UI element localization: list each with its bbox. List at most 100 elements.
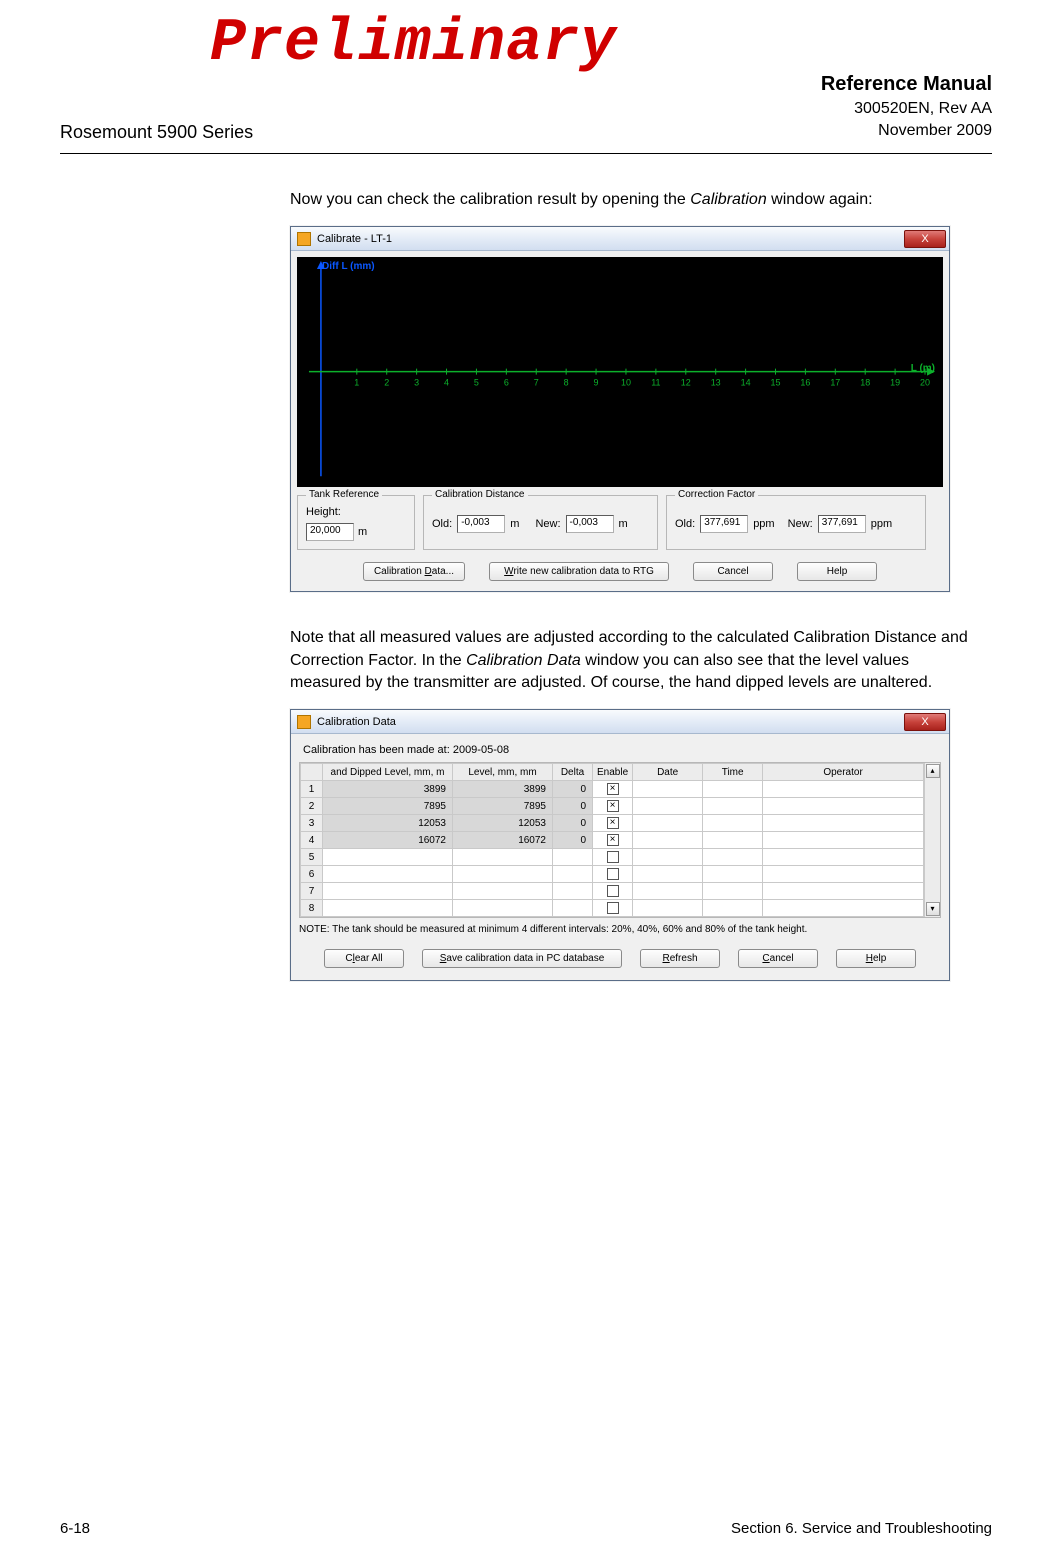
cell-date[interactable] — [633, 866, 703, 883]
table-row[interactable]: 5 — [301, 849, 924, 866]
grid-note: NOTE: The tank should be measured at min… — [299, 924, 941, 935]
group-calibration-distance: Calibration Distance Old: -0,003 m New: … — [423, 495, 658, 550]
cell-operator[interactable] — [763, 900, 924, 917]
cell-enable[interactable] — [593, 866, 633, 883]
cell-date[interactable] — [633, 883, 703, 900]
cancel-button[interactable]: Cancel — [738, 949, 818, 968]
enable-checkbox[interactable]: × — [607, 800, 619, 812]
enable-checkbox[interactable] — [607, 885, 619, 897]
cell-date[interactable] — [633, 832, 703, 849]
clear-all-button[interactable]: Clear All — [324, 949, 404, 968]
help-button[interactable]: Help — [797, 562, 877, 581]
calibrate-titlebar: Calibrate - LT-1 X — [291, 227, 949, 251]
tankref-label: Height: — [306, 506, 341, 518]
cell-level[interactable]: 16072 — [453, 832, 553, 849]
cell-operator[interactable] — [763, 781, 924, 798]
cell-enable[interactable]: × — [593, 832, 633, 849]
cell-enable[interactable] — [593, 883, 633, 900]
cell-time[interactable] — [703, 849, 763, 866]
save-db-button[interactable]: Save calibration data in PC database — [422, 949, 622, 968]
cell-operator[interactable] — [763, 849, 924, 866]
row-number: 7 — [301, 883, 323, 900]
table-row[interactable]: 2789578950× — [301, 798, 924, 815]
cell-level[interactable] — [453, 883, 553, 900]
cell-date[interactable] — [633, 815, 703, 832]
svg-text:15: 15 — [771, 378, 781, 388]
table-row[interactable]: 7 — [301, 883, 924, 900]
table-row[interactable]: 416072160720× — [301, 832, 924, 849]
calibration-data-button[interactable]: Calibration Data... — [363, 562, 465, 581]
enable-checkbox[interactable]: × — [607, 834, 619, 846]
cell-dipped[interactable]: 3899 — [323, 781, 453, 798]
col-level: Level, mm, mm — [453, 764, 553, 781]
enable-checkbox[interactable] — [607, 868, 619, 880]
col-dipped: and Dipped Level, mm, m — [323, 764, 453, 781]
row-number: 1 — [301, 781, 323, 798]
calinput-grid[interactable]: and Dipped Level, mm, m Level, mm, mm De… — [300, 763, 924, 917]
cell-operator[interactable] — [763, 866, 924, 883]
cell-dipped[interactable]: 7895 — [323, 798, 453, 815]
para1-em: Calibration — [690, 191, 766, 208]
cell-time[interactable] — [703, 815, 763, 832]
enable-checkbox[interactable] — [607, 902, 619, 914]
cell-operator[interactable] — [763, 883, 924, 900]
cell-enable[interactable] — [593, 900, 633, 917]
cell-level[interactable] — [453, 866, 553, 883]
help-button[interactable]: Help — [836, 949, 916, 968]
table-row[interactable]: 8 — [301, 900, 924, 917]
cell-date[interactable] — [633, 781, 703, 798]
close-button[interactable]: X — [904, 230, 946, 248]
svg-text:19: 19 — [890, 378, 900, 388]
para1-a: Now you can check the calibration result… — [290, 191, 690, 208]
scroll-down-button[interactable]: ▾ — [926, 902, 940, 916]
refresh-button[interactable]: Refresh — [640, 949, 720, 968]
cell-time[interactable] — [703, 883, 763, 900]
cell-dipped[interactable] — [323, 900, 453, 917]
cell-level[interactable]: 3899 — [453, 781, 553, 798]
page-footer: 6-18 Section 6. Service and Troubleshoot… — [60, 1520, 992, 1537]
group-tank-reference: Tank Reference Height: 20,000 m — [297, 495, 415, 550]
cell-enable[interactable]: × — [593, 781, 633, 798]
cell-operator[interactable] — [763, 815, 924, 832]
cell-dipped[interactable]: 12053 — [323, 815, 453, 832]
cell-time[interactable] — [703, 781, 763, 798]
cell-level[interactable]: 12053 — [453, 815, 553, 832]
corr-new-lbl: New: — [788, 518, 813, 530]
grid-scrollbar[interactable]: ▴ ▾ — [924, 763, 940, 917]
table-row[interactable]: 312053120530× — [301, 815, 924, 832]
svg-text:10: 10 — [621, 378, 631, 388]
cell-enable[interactable]: × — [593, 815, 633, 832]
table-row[interactable]: 1389938990× — [301, 781, 924, 798]
enable-checkbox[interactable]: × — [607, 783, 619, 795]
cell-date[interactable] — [633, 849, 703, 866]
cell-level[interactable]: 7895 — [453, 798, 553, 815]
cell-enable[interactable] — [593, 849, 633, 866]
cell-dipped[interactable] — [323, 849, 453, 866]
cell-operator[interactable] — [763, 832, 924, 849]
cell-operator[interactable] — [763, 798, 924, 815]
page-number: 6-18 — [60, 1520, 90, 1537]
write-rtg-button[interactable]: Write new calibration data to RTG — [489, 562, 669, 581]
cancel-button[interactable]: Cancel — [693, 562, 773, 581]
cell-date[interactable] — [633, 900, 703, 917]
cell-dipped[interactable] — [323, 883, 453, 900]
cell-level[interactable] — [453, 900, 553, 917]
caldist-unit1: m — [510, 518, 519, 530]
enable-checkbox[interactable]: × — [607, 817, 619, 829]
col-operator: Operator — [763, 764, 924, 781]
enable-checkbox[interactable] — [607, 851, 619, 863]
cell-time[interactable] — [703, 866, 763, 883]
cell-dipped[interactable] — [323, 866, 453, 883]
close-button[interactable]: X — [904, 713, 946, 731]
svg-text:7: 7 — [534, 378, 539, 388]
cell-dipped[interactable]: 16072 — [323, 832, 453, 849]
cell-time[interactable] — [703, 900, 763, 917]
table-row[interactable]: 6 — [301, 866, 924, 883]
cell-level[interactable] — [453, 849, 553, 866]
cell-enable[interactable]: × — [593, 798, 633, 815]
scroll-up-button[interactable]: ▴ — [926, 764, 940, 778]
cell-time[interactable] — [703, 832, 763, 849]
app-icon — [297, 715, 311, 729]
cell-date[interactable] — [633, 798, 703, 815]
cell-time[interactable] — [703, 798, 763, 815]
